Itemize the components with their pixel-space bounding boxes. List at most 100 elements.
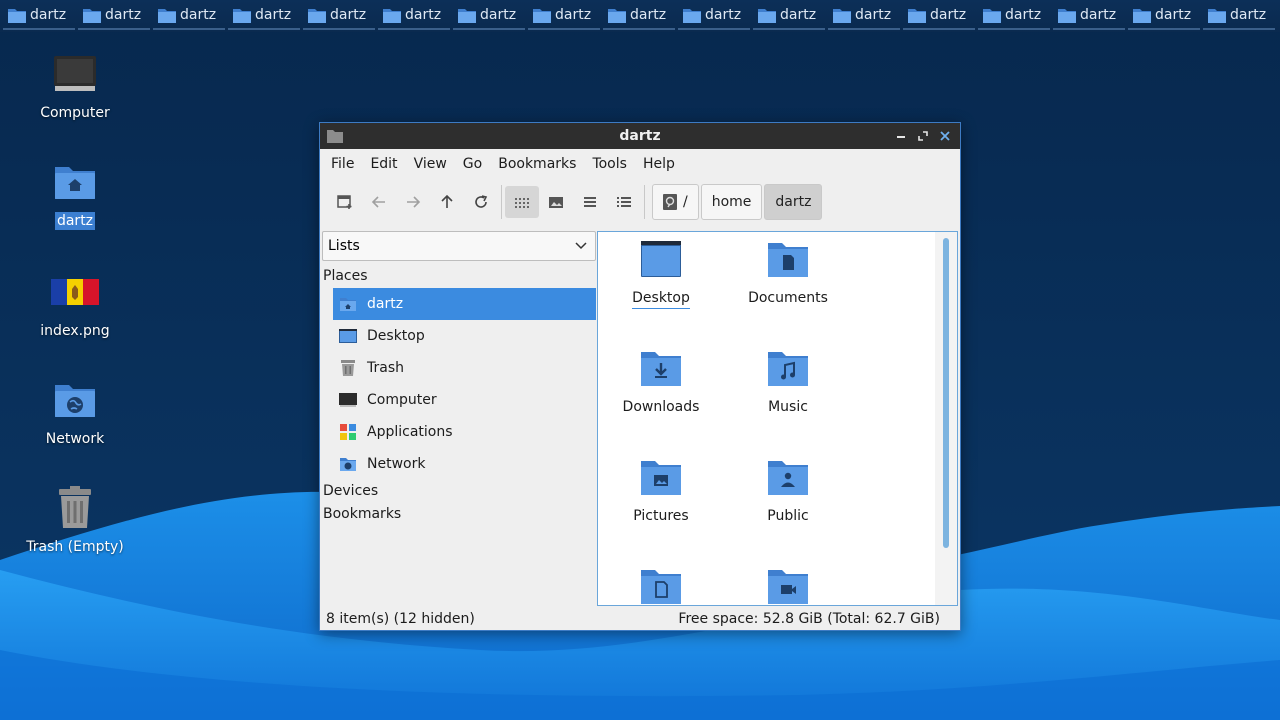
new-tab-icon[interactable] <box>328 186 362 218</box>
taskbar-button[interactable]: dartz <box>153 2 225 30</box>
menu-edit[interactable]: Edit <box>362 156 405 172</box>
menu-go[interactable]: Go <box>455 156 490 172</box>
taskbar-button[interactable]: dartz <box>453 2 525 30</box>
taskbar-button[interactable]: dartz <box>303 2 375 30</box>
sidebar-item-applications[interactable]: Applications <box>333 416 596 448</box>
breadcrumb: / home dartz <box>652 184 823 220</box>
trash-icon <box>51 484 99 532</box>
folder-icon <box>83 8 101 23</box>
breadcrumb-root[interactable]: / <box>652 184 699 220</box>
chevron-down-icon <box>575 238 587 254</box>
menu-file[interactable]: File <box>323 156 362 172</box>
folder-icon <box>308 8 326 23</box>
sidebar-item-label: Desktop <box>367 328 425 344</box>
close-icon[interactable] <box>936 127 954 145</box>
file-name: Public <box>767 508 809 524</box>
taskbar-button[interactable]: dartz <box>1128 2 1200 30</box>
minimize-icon[interactable] <box>892 127 910 145</box>
folder-icon <box>233 8 251 23</box>
sidebar-item-desktop[interactable]: Desktop <box>333 320 596 352</box>
window-titlebar[interactable]: dartz <box>320 123 960 149</box>
thumbnail-view-icon[interactable] <box>539 186 573 218</box>
devices-header[interactable]: Devices <box>322 480 596 503</box>
breadcrumb-dartz[interactable]: dartz <box>764 184 823 220</box>
window-title: dartz <box>619 128 661 144</box>
desktop-icon-trash[interactable]: Trash (Empty) <box>20 484 130 556</box>
file-view[interactable]: Desktop Documents Downloads Music Pictur… <box>597 231 958 606</box>
sidebar-item-computer[interactable]: Computer <box>333 384 596 416</box>
folder-icon <box>533 8 551 23</box>
bookmarks-header[interactable]: Bookmarks <box>322 503 596 526</box>
file-item-pictures[interactable]: Pictures <box>606 458 716 526</box>
taskbar-button[interactable]: dartz <box>903 2 975 30</box>
desktop-folder-icon <box>640 240 682 282</box>
file-item-documents[interactable]: Documents <box>733 240 843 308</box>
file-item-music[interactable]: Music <box>733 349 843 417</box>
file-name: Pictures <box>633 508 689 524</box>
file-item-public[interactable]: Public <box>733 458 843 526</box>
sidebar-item-trash[interactable]: Trash <box>333 352 596 384</box>
sidebar-item-label: Trash <box>367 360 404 376</box>
file-name: Desktop <box>632 290 690 309</box>
file-item-downloads[interactable]: Downloads <box>606 349 716 417</box>
home-folder-icon <box>51 158 99 206</box>
file-item-videos[interactable] <box>733 567 843 605</box>
reload-icon[interactable] <box>464 186 498 218</box>
taskbar-button[interactable]: dartz <box>228 2 300 30</box>
templates-folder-icon <box>640 567 682 605</box>
folder-icon <box>833 8 851 23</box>
taskbar: dartz dartz dartz dartz dartz dartz dartz dartz… <box>0 0 1280 32</box>
taskbar-button[interactable]: dartz <box>753 2 825 30</box>
up-icon[interactable] <box>430 186 464 218</box>
menu-tools[interactable]: Tools <box>584 156 635 172</box>
taskbar-button[interactable]: dartz <box>378 2 450 30</box>
image-file-icon <box>51 268 99 316</box>
breadcrumb-home[interactable]: home <box>700 184 763 220</box>
icon-view-icon[interactable] <box>505 186 539 218</box>
file-item-desktop[interactable]: Desktop <box>606 240 716 309</box>
detailed-list-icon[interactable] <box>607 186 641 218</box>
taskbar-button-label: dartz <box>780 7 817 23</box>
music-folder-icon <box>767 349 809 391</box>
sidebar-item-network[interactable]: Network <box>333 448 596 480</box>
taskbar-button[interactable]: dartz <box>678 2 750 30</box>
desktop-icon <box>339 327 357 345</box>
taskbar-button-label: dartz <box>105 7 142 23</box>
menu-bookmarks[interactable]: Bookmarks <box>490 156 584 172</box>
public-folder-icon <box>767 458 809 500</box>
folder-icon <box>327 129 343 147</box>
back-icon[interactable] <box>362 186 396 218</box>
taskbar-button-label: dartz <box>180 7 217 23</box>
desktop-icon-label: index.png <box>40 323 110 339</box>
desktop-icon-computer[interactable]: Computer <box>20 50 130 122</box>
scrollbar-thumb[interactable] <box>943 238 949 548</box>
file-name: Downloads <box>622 399 700 415</box>
compact-view-icon[interactable] <box>573 186 607 218</box>
menu-view[interactable]: View <box>406 156 455 172</box>
desktop-icon-network[interactable]: Network <box>20 376 130 448</box>
taskbar-button[interactable]: dartz <box>78 2 150 30</box>
computer-icon <box>51 50 99 98</box>
taskbar-button-label: dartz <box>1080 7 1117 23</box>
desktop-icon-index-png[interactable]: index.png <box>20 268 130 340</box>
taskbar-button[interactable]: dartz <box>978 2 1050 30</box>
desktop-icon-home[interactable]: dartz <box>20 158 130 230</box>
taskbar-button[interactable]: dartz <box>1053 2 1125 30</box>
taskbar-button-label: dartz <box>630 7 667 23</box>
folder-icon <box>1058 8 1076 23</box>
taskbar-button[interactable]: dartz <box>603 2 675 30</box>
taskbar-button[interactable]: dartz <box>3 2 75 30</box>
taskbar-button[interactable]: dartz <box>1203 2 1275 30</box>
taskbar-button[interactable]: dartz <box>828 2 900 30</box>
menu-help[interactable]: Help <box>635 156 683 172</box>
status-free-space: Free space: 52.8 GiB (Total: 62.7 GiB) <box>678 611 940 627</box>
taskbar-button[interactable]: dartz <box>528 2 600 30</box>
side-pane-mode-select[interactable]: Lists <box>322 231 596 261</box>
file-item-templates[interactable] <box>606 567 716 605</box>
forward-icon[interactable] <box>396 186 430 218</box>
network-icon <box>51 376 99 424</box>
drive-icon <box>663 194 677 210</box>
sidebar-item-dartz[interactable]: dartz <box>333 288 596 320</box>
places-header[interactable]: Places <box>322 265 596 288</box>
maximize-icon[interactable] <box>914 127 932 145</box>
